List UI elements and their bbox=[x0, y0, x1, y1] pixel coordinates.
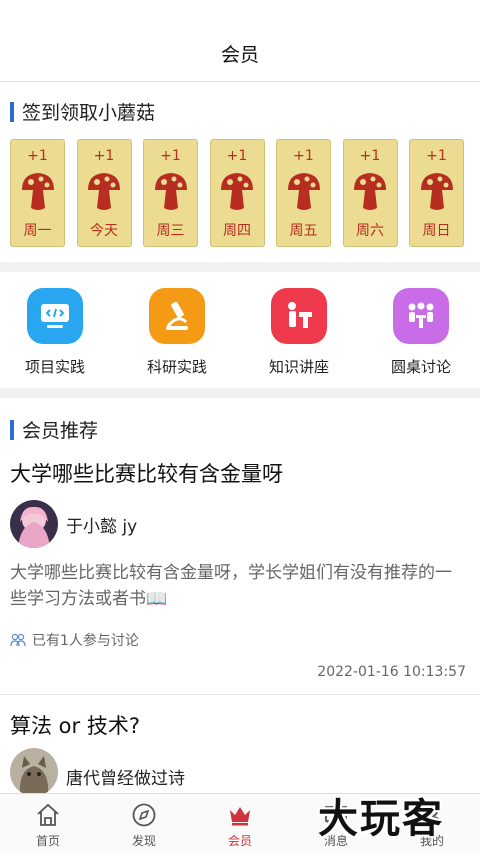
post-author[interactable]: 于小懿 jy bbox=[66, 512, 137, 537]
checkin-plus: +1 bbox=[93, 148, 115, 164]
checkin-day-label: 今天 bbox=[90, 223, 118, 239]
recommend-title: 会员推荐 bbox=[10, 416, 98, 443]
roundtable-icon bbox=[393, 288, 449, 344]
tab-home[interactable]: 首页 bbox=[0, 794, 96, 853]
lecture-icon bbox=[271, 288, 327, 344]
checkin-title: 签到领取小蘑菇 bbox=[10, 98, 155, 125]
page-title: 会员 bbox=[220, 44, 259, 66]
checkin-day-label: 周一 bbox=[23, 223, 52, 239]
mushroom-icon bbox=[221, 173, 253, 210]
feature-roundtable[interactable]: 圆桌讨论 bbox=[371, 288, 471, 377]
checkin-plus: +1 bbox=[293, 148, 314, 164]
checkin-day-label: 周日 bbox=[422, 223, 451, 239]
checkin-plus: +1 bbox=[359, 148, 381, 164]
post-author[interactable]: 唐代曾经做过诗 bbox=[66, 764, 185, 789]
checkin-day-thu[interactable]: +1 周四 bbox=[209, 139, 265, 247]
checkin-day-label: 周三 bbox=[156, 223, 185, 239]
tab-label: 首页 bbox=[35, 834, 60, 848]
feature-label: 科研实践 bbox=[146, 358, 207, 376]
tab-discover[interactable]: 发现 bbox=[96, 794, 192, 853]
checkin-plus: +1 bbox=[160, 148, 181, 164]
checkin-day-label: 周五 bbox=[289, 223, 318, 239]
feature-research-practice[interactable]: 科研实践 bbox=[127, 288, 227, 377]
checkin-plus: +1 bbox=[27, 148, 48, 164]
divider bbox=[0, 694, 480, 695]
checkin-title-text: 签到领取小蘑菇 bbox=[22, 102, 156, 124]
people-icon bbox=[10, 633, 26, 647]
microscope-icon bbox=[149, 288, 205, 344]
checkin-day-fri[interactable]: +1 周五 bbox=[276, 139, 331, 247]
mushroom-icon bbox=[21, 173, 54, 210]
home-icon bbox=[37, 803, 59, 826]
checkin-day-sun[interactable]: +1 周日 bbox=[409, 139, 464, 247]
post-body[interactable]: 大学哪些比赛比较有含金量呀，学长学姐们有没有推荐的一些学习方法或者书📖 bbox=[10, 560, 465, 612]
avatar[interactable] bbox=[10, 500, 58, 548]
tab-member[interactable]: 会员 bbox=[192, 794, 288, 853]
code-icon bbox=[27, 288, 83, 344]
participant-text: 已有1人参与讨论 bbox=[32, 633, 139, 649]
checkin-day-mon[interactable]: +1 周一 bbox=[10, 139, 65, 247]
mushroom-icon bbox=[154, 173, 187, 210]
post-title[interactable]: 大学哪些比赛比较有含金量呀 bbox=[10, 458, 283, 488]
feature-lecture[interactable]: 知识讲座 bbox=[249, 288, 349, 377]
compass-icon bbox=[132, 803, 156, 827]
feature-label: 知识讲座 bbox=[268, 358, 329, 376]
feature-grid: 项目实践 科研实践 知识讲座 圆桌讨论 bbox=[0, 272, 480, 388]
checkin-day-wed[interactable]: +1 周三 bbox=[143, 139, 198, 247]
tab-label: 会员 bbox=[227, 834, 252, 848]
crown-icon bbox=[230, 807, 250, 826]
feature-label: 圆桌讨论 bbox=[390, 358, 451, 376]
feature-label: 项目实践 bbox=[24, 358, 85, 376]
feature-project-practice[interactable]: 项目实践 bbox=[5, 288, 105, 377]
recommend-section: 会员推荐 大学哪些比赛比较有含金量呀 于小懿 jy 大学哪些比赛比较有含金量呀，… bbox=[0, 398, 480, 796]
mushroom-icon bbox=[354, 173, 386, 210]
checkin-days: +1 周一 +1 今天 +1 周三 +1 周四 +1 周五 +1 周六 +1 周… bbox=[10, 139, 464, 247]
section-accent-bar bbox=[10, 419, 14, 440]
checkin-day-sat[interactable]: +1 周六 bbox=[342, 139, 398, 247]
header: 会员 bbox=[0, 0, 480, 82]
checkin-day-label: 周四 bbox=[223, 223, 251, 239]
checkin-day-label: 周六 bbox=[356, 223, 384, 239]
section-accent-bar bbox=[10, 101, 14, 122]
checkin-plus: +1 bbox=[226, 148, 248, 164]
checkin-plus: +1 bbox=[426, 148, 447, 164]
checkin-day-today[interactable]: +1 今天 bbox=[76, 139, 132, 247]
recommend-title-text: 会员推荐 bbox=[22, 420, 99, 442]
mushroom-icon bbox=[88, 173, 120, 210]
avatar[interactable] bbox=[10, 748, 58, 796]
post-date: 2022-01-16 10:13:57 bbox=[317, 664, 466, 680]
tab-label: 发现 bbox=[131, 834, 156, 848]
mushroom-icon bbox=[287, 173, 320, 210]
post-title[interactable]: 算法 or 技术? bbox=[10, 710, 140, 740]
watermark-logo: 大玩客 bbox=[318, 796, 444, 842]
mushroom-icon bbox=[420, 173, 453, 210]
checkin-section: 签到领取小蘑菇 +1 周一 +1 今天 +1 周三 +1 周四 +1 周五 +1… bbox=[0, 82, 480, 262]
participant-count: 已有1人参与讨论 bbox=[10, 630, 139, 650]
